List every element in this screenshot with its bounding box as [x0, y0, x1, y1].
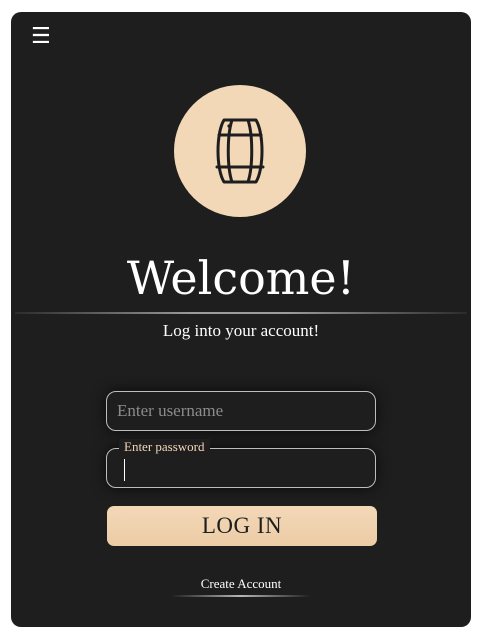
login-button[interactable]: LOG IN: [107, 506, 377, 546]
create-account-link[interactable]: Create Account: [11, 575, 471, 593]
username-input[interactable]: [107, 392, 375, 430]
create-account-underline: [171, 595, 311, 597]
app-frame: ☰ Welcome! Log into your account! Enter …: [11, 12, 471, 627]
welcome-title: Welcome!: [126, 251, 356, 305]
password-field: Enter password: [106, 439, 376, 488]
hamburger-menu-icon[interactable]: ☰: [31, 26, 51, 48]
welcome-subtitle: Log into your account!: [162, 321, 320, 340]
username-field: [106, 391, 376, 431]
text-cursor: [124, 459, 125, 481]
password-input[interactable]: [107, 449, 375, 487]
logo-badge: [174, 85, 306, 217]
title-divider: [15, 312, 467, 314]
barrel-icon: [215, 118, 265, 184]
